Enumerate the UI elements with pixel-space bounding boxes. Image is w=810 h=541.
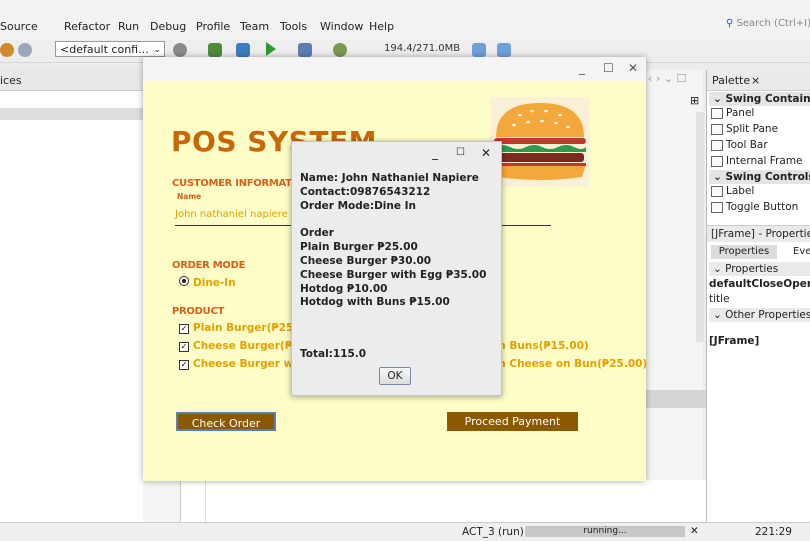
task-progress-bar: running...	[525, 526, 685, 537]
tab-properties[interactable]: Properties	[711, 245, 777, 259]
dialog-order-item: Cheese Burger ₱30.00	[300, 255, 432, 267]
ide-search-field[interactable]: ⚲ Search (Ctrl+I)	[726, 18, 810, 34]
gc-icon[interactable]	[472, 43, 486, 57]
menu-help[interactable]: Help	[369, 20, 394, 33]
chevron-down-icon: ⌄	[153, 45, 161, 55]
palette-panel: Palette × ⌄ Swing Containers Panel Split…	[706, 70, 810, 522]
dialog-order-item: Plain Burger ₱25.00	[300, 241, 418, 253]
dialog-order-item: Hotdog with Buns ₱15.00	[300, 296, 450, 308]
order-mode-heading: ORDER MODE	[172, 260, 246, 271]
ok-button[interactable]: OK	[379, 367, 411, 385]
palette-item-panel[interactable]: Panel	[711, 107, 754, 119]
dialog-order-item: Cheese Burger with Egg ₱35.00	[300, 269, 487, 281]
dialog-total: Total:115.0	[300, 348, 367, 360]
menu-profile[interactable]: Profile	[196, 20, 230, 33]
hammer-icon[interactable]	[236, 43, 250, 57]
running-task-label: ACT_3 (run)	[462, 526, 524, 538]
close-icon[interactable]: ✕	[481, 146, 491, 160]
config-combo[interactable]: <default confi... ⌄	[55, 41, 165, 57]
close-icon[interactable]: ×	[751, 74, 760, 87]
output-tab-strip	[645, 390, 707, 408]
menu-tools[interactable]: Tools	[280, 20, 307, 33]
profiler-icon[interactable]	[497, 43, 511, 57]
palette-item-internal-frame[interactable]: Internal Frame	[711, 155, 803, 167]
pos-window-titlebar[interactable]: _ ☐ ✕	[143, 57, 646, 81]
services-panel: ices	[0, 70, 144, 522]
close-icon[interactable]: ✕	[628, 61, 638, 75]
burger-icon	[490, 97, 590, 187]
expand-icon[interactable]: ⊞	[690, 94, 699, 107]
menu-refactor[interactable]: Refactor	[64, 20, 110, 33]
dine-in-radio[interactable]: Dine-In	[179, 276, 236, 289]
dialog-order-item: Hotdog ₱10.00	[300, 283, 388, 295]
maximize-icon[interactable]: ☐	[603, 61, 614, 75]
menu-run[interactable]: Run	[118, 20, 139, 33]
services-tab-label: ices	[0, 74, 22, 87]
property-description: [JFrame]	[709, 335, 760, 347]
check-order-button[interactable]: Check Order	[176, 412, 276, 431]
undo-icon[interactable]	[0, 43, 14, 57]
editor-gutter	[180, 480, 706, 522]
editor-scrollbar[interactable]	[696, 112, 704, 342]
minimize-icon[interactable]: _	[432, 146, 438, 160]
dialog-name-line: Name: John Nathaniel Napiere	[300, 172, 479, 184]
palette-tab-label: Palette	[712, 74, 751, 87]
properties-header: [JFrame] - Properties	[707, 225, 810, 242]
menu-window[interactable]: Window	[320, 20, 363, 33]
palette-item-label[interactable]: Label	[711, 185, 754, 197]
palette-item-toggle-button[interactable]: Toggle Button	[711, 201, 798, 213]
dialog-contact-line: Contact:09876543212	[300, 186, 431, 198]
properties-title: [JFrame] - Properties	[711, 228, 810, 240]
memory-indicator[interactable]: 194.4/271.0MB	[384, 43, 460, 54]
profile-icon[interactable]	[333, 43, 347, 57]
maximize-icon[interactable]: ☐	[456, 147, 465, 158]
dialog-order-heading: Order	[300, 227, 334, 239]
minimize-icon[interactable]: _	[579, 61, 585, 75]
clean-build-icon[interactable]	[208, 43, 222, 57]
run-icon[interactable]	[266, 42, 276, 56]
task-progress-text: running...	[583, 526, 627, 536]
property-title[interactable]: title	[709, 293, 730, 305]
services-tree-row[interactable]	[0, 108, 143, 120]
search-icon: ⚲	[726, 18, 734, 29]
ide-statusbar: ACT_3 (run) running... ✕ 221:29	[0, 522, 810, 541]
other-properties-section[interactable]: ⌄ Other Properties	[709, 308, 810, 322]
checkbox-checked-icon: ✓	[179, 360, 189, 370]
build-icon[interactable]	[173, 43, 187, 57]
ide-menubar: Source Refactor Run Debug Profile Team T…	[0, 0, 810, 40]
cancel-task-icon[interactable]: ✕	[690, 525, 699, 537]
dialog-mode-line: Order Mode:Dine In	[300, 200, 417, 212]
product-heading: PRODUCT	[172, 306, 225, 317]
order-summary-dialog: _ ☐ ✕ Name: John Nathaniel Napiere Conta…	[291, 141, 502, 396]
services-tab[interactable]: ices	[0, 70, 143, 91]
gutter-divider	[205, 480, 206, 522]
ide-search-placeholder: Search (Ctrl+I)	[736, 18, 810, 29]
property-default-close[interactable]: defaultCloseOper	[709, 278, 810, 290]
radio-selected-icon	[179, 276, 189, 286]
menu-debug[interactable]: Debug	[150, 20, 186, 33]
checkbox-checked-icon: ✓	[179, 324, 189, 334]
dine-in-label: Dine-In	[193, 277, 236, 289]
debug-icon[interactable]	[298, 43, 312, 57]
name-label: Name	[177, 192, 202, 201]
palette-group-controls[interactable]: ⌄ Swing Controls	[709, 170, 810, 184]
palette-group-containers[interactable]: ⌄ Swing Containers	[709, 92, 810, 106]
properties-section[interactable]: ⌄ Properties	[709, 262, 810, 276]
proceed-payment-button[interactable]: Proceed Payment	[447, 412, 578, 431]
redo-icon[interactable]	[18, 43, 32, 57]
checkbox-checked-icon: ✓	[179, 342, 189, 352]
palette-tab[interactable]: Palette ×	[707, 70, 810, 91]
navigator-arrows-icon[interactable]: ‹ › ⌄ ☐	[648, 72, 686, 85]
menu-source[interactable]: Source	[0, 20, 38, 33]
caret-position: 221:29	[755, 526, 792, 538]
menu-team[interactable]: Team	[240, 20, 269, 33]
palette-item-tool-bar[interactable]: Tool Bar	[711, 139, 768, 151]
config-combo-value: <default confi...	[60, 43, 149, 56]
palette-item-split-pane[interactable]: Split Pane	[711, 123, 778, 135]
tab-events[interactable]: Eve	[793, 246, 810, 257]
